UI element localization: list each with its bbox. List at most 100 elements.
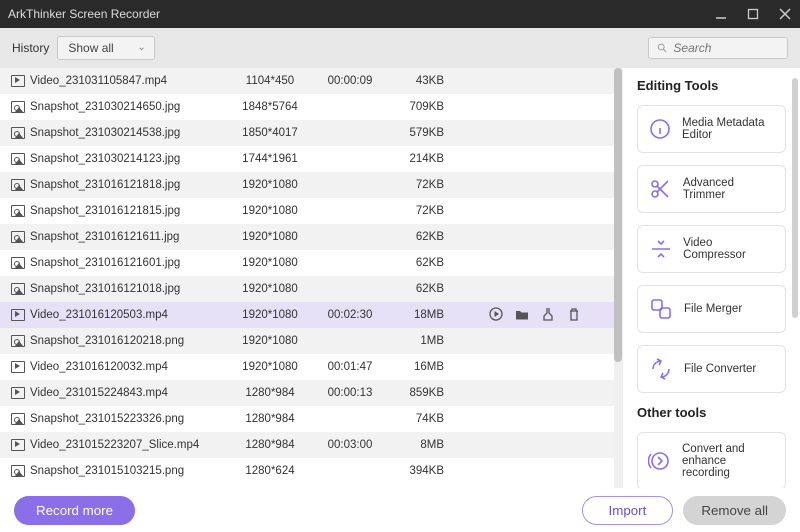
file-name: Snapshot_231016121611.jpg (30, 231, 226, 243)
file-size: 62KB (386, 283, 448, 295)
tool-merger[interactable]: File Merger (637, 285, 786, 333)
table-row[interactable]: Snapshot_231016121815.jpg 1920*1080 72KB (0, 198, 622, 224)
history-filter-dropdown[interactable]: Show all ⌄ (57, 36, 154, 60)
search-box[interactable] (648, 37, 788, 59)
img-type-icon (6, 179, 30, 191)
tool-trimmer[interactable]: Advanced Trimmer (637, 165, 786, 213)
file-name: Video_231015223207_Slice.mp4 (30, 439, 226, 451)
file-dimensions: 1920*1080 (226, 205, 314, 217)
footer: Record more Import Remove all (0, 488, 800, 532)
window-buttons (714, 7, 792, 21)
file-name: Snapshot_231016121818.jpg (30, 179, 226, 191)
file-size: 8MB (386, 439, 448, 451)
search-icon (657, 42, 667, 54)
sidebar-scroll-thumb[interactable] (792, 78, 798, 318)
file-name: Snapshot_231015223326.png (30, 413, 226, 425)
table-row[interactable]: Video_231015223207_Slice.mp4 1280*984 00… (0, 432, 622, 458)
img-type-icon (6, 413, 30, 425)
table-row[interactable]: Snapshot_231016121818.jpg 1920*1080 72KB (0, 172, 622, 198)
file-name: Snapshot_231030214650.jpg (30, 101, 226, 113)
tool-label: File Merger (684, 303, 742, 315)
table-row[interactable]: Snapshot_231015103215.png 1280*624 394KB (0, 458, 622, 484)
list-scrollbar[interactable] (614, 68, 622, 488)
editing-tools-header: Editing Tools (637, 78, 786, 93)
file-size: 62KB (386, 257, 448, 269)
file-dimensions: 1744*1961 (226, 153, 314, 165)
tool-enhance[interactable]: Convert and enhance recording (637, 432, 786, 488)
trash-icon[interactable] (567, 307, 581, 324)
import-button[interactable]: Import (582, 496, 674, 525)
file-size: 16MB (386, 361, 448, 373)
file-dimensions: 1920*1080 (226, 257, 314, 269)
file-size: 62KB (386, 231, 448, 243)
img-type-icon (6, 127, 30, 139)
file-name: Snapshot_231030214538.jpg (30, 127, 226, 139)
file-name: Snapshot_231016121815.jpg (30, 205, 226, 217)
file-dimensions: 1920*1080 (226, 231, 314, 243)
table-row[interactable]: Video_231031105847.mp4 1104*450 00:00:09… (0, 68, 622, 94)
file-duration: 00:01:47 (314, 361, 386, 373)
img-type-icon (6, 153, 30, 165)
table-row[interactable]: Snapshot_231016121611.jpg 1920*1080 62KB (0, 224, 622, 250)
img-type-icon (6, 283, 30, 295)
minimize-button[interactable] (714, 7, 728, 21)
file-name: Video_231016120503.mp4 (30, 309, 226, 321)
maximize-button[interactable] (746, 7, 760, 21)
metadata-icon (648, 116, 672, 142)
file-dimensions: 1280*624 (226, 465, 314, 477)
tool-metadata[interactable]: Media Metadata Editor (637, 105, 786, 153)
file-name: Video_231031105847.mp4 (30, 75, 226, 87)
tool-label: Convert and enhance recording (682, 443, 775, 479)
table-row[interactable]: Snapshot_231016121018.jpg 1920*1080 62KB (0, 276, 622, 302)
tool-icon[interactable] (541, 307, 555, 324)
chevron-down-icon: ⌄ (137, 42, 145, 53)
scroll-thumb[interactable] (614, 68, 622, 362)
play-icon[interactable] (489, 307, 503, 324)
table-row[interactable]: Snapshot_231030214123.jpg 1744*1961 214K… (0, 146, 622, 172)
file-name: Snapshot_231016120218.png (30, 335, 226, 347)
table-row[interactable]: Snapshot_231030214538.jpg 1850*4017 579K… (0, 120, 622, 146)
row-actions (448, 307, 622, 324)
sidebar-scrollbar[interactable] (792, 78, 798, 478)
table-row[interactable]: Video_231016120032.mp4 1920*1080 00:01:4… (0, 354, 622, 380)
folder-icon[interactable] (515, 307, 529, 324)
file-name: Video_231016120032.mp4 (30, 361, 226, 373)
table-row[interactable]: Video_231015224843.mp4 1280*984 00:00:13… (0, 380, 622, 406)
file-duration: 00:00:09 (314, 75, 386, 87)
table-row[interactable]: Snapshot_231016120218.png 1920*1080 1MB (0, 328, 622, 354)
file-name: Snapshot_231015103215.png (30, 465, 226, 477)
img-type-icon (6, 257, 30, 269)
tool-label: Media Metadata Editor (682, 117, 775, 141)
file-duration: 00:00:13 (314, 387, 386, 399)
file-dimensions: 1280*984 (226, 413, 314, 425)
file-name: Snapshot_231030214123.jpg (30, 153, 226, 165)
table-row[interactable]: Snapshot_231016121601.jpg 1920*1080 62KB (0, 250, 622, 276)
sidebar: Editing Tools Media Metadata Editor Adva… (622, 68, 800, 488)
file-size: 859KB (386, 387, 448, 399)
video-type-icon (6, 309, 30, 321)
file-size: 394KB (386, 465, 448, 477)
record-more-button[interactable]: Record more (14, 496, 135, 525)
table-row[interactable]: Snapshot_231030214650.jpg 1848*5764 709K… (0, 94, 622, 120)
remove-all-button[interactable]: Remove all (683, 496, 786, 525)
merger-icon (648, 296, 674, 322)
search-input[interactable] (673, 41, 779, 55)
file-name: Snapshot_231016121601.jpg (30, 257, 226, 269)
compress-icon (648, 236, 673, 262)
history-label: History (12, 41, 49, 55)
toolbar: History Show all ⌄ (0, 28, 800, 68)
file-size: 18MB (386, 309, 448, 321)
file-size: 72KB (386, 205, 448, 217)
file-dimensions: 1280*984 (226, 387, 314, 399)
table-row[interactable]: Video_231016120503.mp4 1920*1080 00:02:3… (0, 302, 622, 328)
video-type-icon (6, 387, 30, 399)
app-title: ArkThinker Screen Recorder (8, 7, 714, 21)
tool-label: File Converter (684, 363, 756, 375)
file-size: 72KB (386, 179, 448, 191)
enhance-icon (648, 448, 672, 474)
table-row[interactable]: Snapshot_231015223326.png 1280*984 74KB (0, 406, 622, 432)
img-type-icon (6, 205, 30, 217)
tool-compress[interactable]: Video Compressor (637, 225, 786, 273)
tool-convert[interactable]: File Converter (637, 345, 786, 393)
close-button[interactable] (778, 7, 792, 21)
